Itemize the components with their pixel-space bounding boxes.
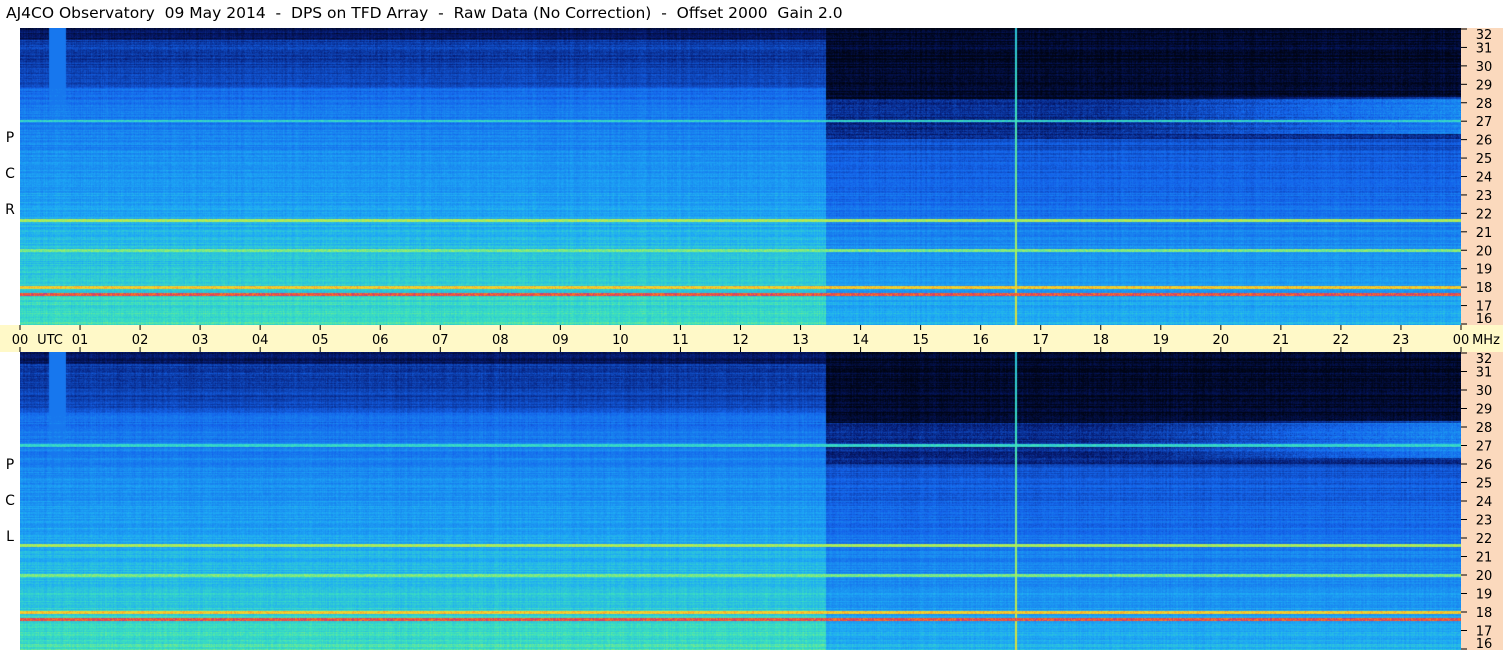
- rcp-letter-1: P: [5, 130, 15, 146]
- lcp-spectrogram: [20, 352, 1461, 650]
- lcp-letter-2: C: [5, 493, 15, 509]
- rcp-freq-tick-label: 32: [1476, 28, 1493, 43]
- rcp-letter-3: R: [5, 202, 15, 218]
- lcp-freq-tick-label: 26: [1476, 458, 1493, 473]
- time-tick-label: 23: [1393, 333, 1410, 348]
- rcp-freq-tick-label: 19: [1476, 263, 1493, 278]
- lcp-freq-tick-label: 25: [1476, 477, 1493, 492]
- time-tick-label: 09: [552, 333, 569, 348]
- rcp-side-label: P C R: [0, 28, 20, 325]
- time-tick-label: 14: [852, 333, 869, 348]
- rcp-freq-tick-label: 18: [1476, 281, 1493, 296]
- rcp-freq-tick-label: 26: [1476, 134, 1493, 149]
- rcp-freq-tick-label: 27: [1476, 115, 1493, 130]
- utc-time-axis: 00 01 02 03 04 05 06 07 08 09 10 11 12 13 14 15 16 17 18 19…: [0, 325, 1503, 352]
- time-tick-label: 11: [672, 333, 689, 348]
- time-tick-label: 05: [312, 333, 329, 348]
- rcp-letter-2: C: [5, 166, 15, 182]
- time-tick-label: 08: [492, 333, 509, 348]
- lcp-letter-1: P: [5, 457, 15, 473]
- lcp-freq-tick-label: 28: [1476, 421, 1493, 436]
- lcp-side-label: P C L: [0, 352, 20, 650]
- time-unit-label: UTC: [37, 333, 63, 348]
- time-tick-label: 19: [1153, 333, 1170, 348]
- time-tick-label: 02: [132, 333, 149, 348]
- time-tick-label: 18: [1092, 333, 1109, 348]
- rcp-freq-tick-label: 22: [1476, 207, 1493, 222]
- lcp-frequency-axis: 1617181920212223242526272829303132: [1461, 352, 1503, 650]
- time-tick-label: 03: [192, 333, 209, 348]
- lcp-freq-tick-label: 29: [1476, 403, 1493, 418]
- lcp-freq-tick-label: 21: [1476, 551, 1493, 566]
- lcp-freq-tick-label: 32: [1476, 352, 1493, 367]
- rcp-freq-tick-label: 25: [1476, 152, 1493, 167]
- time-tick-label: 17: [1032, 333, 1049, 348]
- rcp-freq-tick-label: 28: [1476, 97, 1493, 112]
- lcp-freq-tick-label: 22: [1476, 532, 1493, 547]
- chart-title: AJ4CO Observatory 09 May 2014 - DPS on T…: [6, 4, 843, 22]
- lcp-freq-tick-label: 27: [1476, 440, 1493, 455]
- rcp-freq-tick-label: 23: [1476, 189, 1493, 204]
- lcp-freq-tick-label: 31: [1476, 366, 1493, 381]
- time-tick-label: 20: [1213, 333, 1230, 348]
- lcp-letter-3: L: [6, 529, 14, 545]
- lcp-freq-tick-label: 23: [1476, 514, 1493, 529]
- rcp-freq-tick-label: 30: [1476, 60, 1493, 75]
- time-tick-label: 15: [912, 333, 929, 348]
- time-tick-label: 13: [792, 333, 809, 348]
- lcp-freq-tick-label: 20: [1476, 569, 1493, 584]
- time-tick-label: 07: [432, 333, 449, 348]
- time-tick-label: 22: [1333, 333, 1350, 348]
- lcp-freq-tick-label: 18: [1476, 606, 1493, 621]
- rcp-freq-tick-label: 29: [1476, 78, 1493, 93]
- lcp-freq-tick-label: 30: [1476, 384, 1493, 399]
- rcp-freq-tick-label: 20: [1476, 244, 1493, 259]
- time-tick-label: 12: [732, 333, 749, 348]
- time-tick-label: 16: [972, 333, 989, 348]
- lcp-freq-tick-label: 17: [1476, 625, 1493, 640]
- rcp-freq-tick-label: 17: [1476, 300, 1493, 315]
- rcp-freq-tick-label: 21: [1476, 226, 1493, 241]
- rcp-freq-tick-label: 31: [1476, 41, 1493, 56]
- lcp-freq-tick-label: 24: [1476, 495, 1493, 510]
- freq-unit-label: MHz: [1472, 333, 1500, 348]
- time-tick-label: 01: [72, 333, 89, 348]
- rcp-freq-tick-label: 24: [1476, 171, 1493, 186]
- time-tick-label: 10: [612, 333, 629, 348]
- time-tick-label: 00: [12, 333, 29, 348]
- lcp-freq-tick-label: 19: [1476, 588, 1493, 603]
- time-tick-label: 21: [1273, 333, 1290, 348]
- time-tick-label: 00: [1453, 333, 1470, 348]
- rcp-spectrogram: [20, 28, 1461, 325]
- time-tick-label: 06: [372, 333, 389, 348]
- rcp-frequency-axis: 1617181920212223242526272829303132: [1461, 28, 1503, 325]
- time-tick-label: 04: [252, 333, 269, 348]
